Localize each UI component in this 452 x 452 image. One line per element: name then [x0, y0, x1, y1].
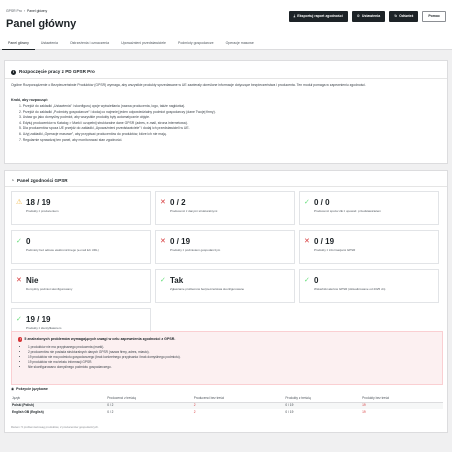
tab-bar: Panel główny Ustawienia Ostrzeżenia i oz…	[0, 38, 452, 50]
check-icon: ✓	[16, 316, 22, 323]
stat-label: Produkty z informacjami GPSR	[314, 248, 356, 252]
stat-tile: ✓ 0 Podmioty bez adresu elektronicznego (e…	[11, 230, 151, 264]
tab-dashboard[interactable]: Panel główny	[2, 38, 35, 50]
check-icon: ✓	[304, 199, 310, 206]
compliance-title: ◔ Panel zgodności GPSR	[11, 178, 68, 184]
tab-settings[interactable]: Ustawienia	[35, 38, 64, 50]
coverage-title: ◉ Pokrycie językowe	[11, 387, 48, 391]
table-row: English GB (English) 0 / 2 2 0 / 19 19	[11, 409, 443, 416]
stat-value: Tak	[170, 276, 184, 285]
tab-operators[interactable]: Podmioty gospodarcze	[172, 38, 220, 50]
getting-started-title: i Rozpoczęcie pracy z PD GPSR Pro	[11, 69, 95, 75]
alert-icon: !	[18, 337, 23, 342]
page-title: Panel główny	[6, 18, 77, 30]
stat-tile: ✕ 0 / 19 Produkty z podmiotem gospodarczym	[155, 230, 295, 264]
alert-item: Nie skonfigurowano domyślnego podmiotu g…	[28, 365, 181, 370]
step-item: 7. Regularnie sprawdzaj ten panel, aby m…	[19, 137, 123, 142]
column-header: Producenci z treścią	[106, 394, 193, 403]
check-icon: ✓	[304, 277, 310, 284]
stat-label: Produkty z podmiotem gospodarczym	[170, 248, 221, 252]
help-button[interactable]: Pomoc	[422, 11, 446, 22]
globe-icon: ◉	[11, 387, 15, 391]
stat-label: Producenci z danymi strukturalnymi	[170, 209, 218, 213]
alert-title: ! 5 znalezionych problemów wymagających …	[18, 337, 176, 342]
summary-note: Razem: 5 problemów/uwag produktów, 2 pro…	[11, 425, 99, 429]
steps-title: Kroki, aby rozpocząć:	[11, 98, 49, 102]
table-cell: 19	[362, 409, 366, 414]
stat-label: Domyślny podmiot skonfigurowany	[26, 287, 73, 291]
check-icon: ✓	[16, 238, 22, 245]
refresh-icon: ↻	[394, 14, 398, 19]
tab-representatives[interactable]: Upoważnieni przedstawiciele	[115, 38, 172, 50]
table-cell: 0 / 19	[285, 409, 294, 414]
stat-tile: ✓ Tak Zgłaszanie problemów bezpieczeństwa …	[155, 269, 295, 303]
cross-icon: ✕	[304, 238, 310, 245]
export-report-button[interactable]: ⤓ Eksportuj raport zgodności	[288, 11, 348, 22]
stat-tile: ✕ 0 / 19 Produkty z informacjami GPSR	[299, 230, 439, 264]
stat-value: 0 / 19	[314, 237, 335, 246]
stat-label: Zgłaszanie problemów bezpieczeństwa skon…	[170, 287, 245, 291]
column-header: Język	[11, 394, 107, 403]
stat-value: 0 / 2	[170, 198, 186, 207]
tab-bulk-operations[interactable]: Operacje masowe	[220, 38, 260, 50]
stat-value: 18 / 19	[26, 198, 51, 207]
steps-list: 1. Przejdź do zakładki „Ustawienia” i sk…	[19, 104, 216, 143]
compliance-card: ◔ Panel zgodności GPSR ⚠ 18 / 19 Produkty …	[4, 170, 448, 433]
stat-label: Podmioty bez adresu elektronicznego (e-m…	[26, 248, 99, 252]
table-header-row: Język Producenci z treścią Producenci be…	[11, 394, 443, 403]
table-cell: 2	[193, 409, 196, 414]
getting-started-card: i Rozpoczęcie pracy z PD GPSR Pro Ogólne…	[4, 60, 448, 164]
settings-button[interactable]: ⚙ Ustawienia	[351, 11, 386, 22]
warning-icon: ⚠	[16, 199, 23, 206]
gear-icon: ⚙	[356, 14, 360, 19]
cross-icon: ✕	[160, 199, 166, 206]
cross-icon: ✕	[160, 238, 166, 245]
refresh-button[interactable]: ↻ Odśwież	[389, 11, 419, 22]
stat-tile: ✓ 0 Wskaźniki alertów GPSR (Aktualizowane …	[299, 269, 439, 303]
column-header: Produkty z treścią	[284, 394, 362, 403]
header-buttons: ⤓ Eksportuj raport zgodności ⚙ Ustawienia …	[288, 11, 446, 22]
stat-label: Produkty z producentem	[26, 209, 59, 213]
breadcrumb-current: Panel główny	[26, 9, 48, 13]
stat-value: 0 / 0	[314, 198, 330, 207]
table-cell: English GB (English)	[12, 409, 44, 414]
cross-icon: ✕	[16, 277, 22, 284]
stat-label: Producenci spoza UE z upoważ. przedstawi…	[314, 209, 382, 213]
issues-alert: ! 5 znalezionych problemów wymagających …	[11, 331, 443, 385]
stat-value: Nie	[26, 276, 39, 285]
table-cell: 0 / 2	[107, 409, 114, 414]
check-icon: ✓	[160, 277, 166, 284]
column-header: Produkty bez treści	[361, 394, 443, 403]
stat-label: Produkty z identyfikatorem	[26, 326, 62, 330]
stat-tile: ✕ 0 / 2 Producenci z danymi strukturalnymi	[155, 191, 295, 225]
intro-text: Ogólne Rozporządzenie o Bezpieczeństwie …	[11, 83, 366, 87]
stat-tile: ⚠ 18 / 19 Produkty z producentem	[11, 191, 151, 225]
stat-tile: ✓ 0 / 0 Producenci spoza UE z upoważ. prze…	[299, 191, 439, 225]
tab-warnings[interactable]: Ostrzeżenia i oznaczenia	[64, 38, 115, 50]
divider	[5, 78, 447, 79]
stat-value: 0	[26, 237, 31, 246]
column-header: Producenci bez treści	[192, 394, 285, 403]
coverage-table: Język Producenci z treścią Producenci be…	[11, 394, 443, 415]
dashboard-gauge-icon: ◔	[11, 178, 15, 184]
breadcrumb: GPSR Pro › Panel główny	[6, 9, 48, 13]
stat-value: 19 / 19	[26, 315, 51, 324]
divider	[5, 186, 447, 187]
alert-list: 1 produktów nie ma przypisanego producen…	[28, 345, 181, 370]
stat-tile: ✕ Nie Domyślny podmiot skonfigurowany	[11, 269, 151, 303]
info-icon: i	[11, 69, 16, 75]
stat-value: 0 / 19	[170, 237, 191, 246]
stat-label: Wskaźniki alertów GPSR (Aktualizowane od…	[314, 287, 386, 291]
download-icon: ⤓	[293, 14, 296, 19]
stat-value: 0	[314, 276, 319, 285]
compliance-tiles: ⚠ 18 / 19 Produkty z producentem ✕ 0 / 2 Prod…	[11, 191, 443, 342]
breadcrumb-home[interactable]: GPSR Pro	[6, 9, 22, 13]
